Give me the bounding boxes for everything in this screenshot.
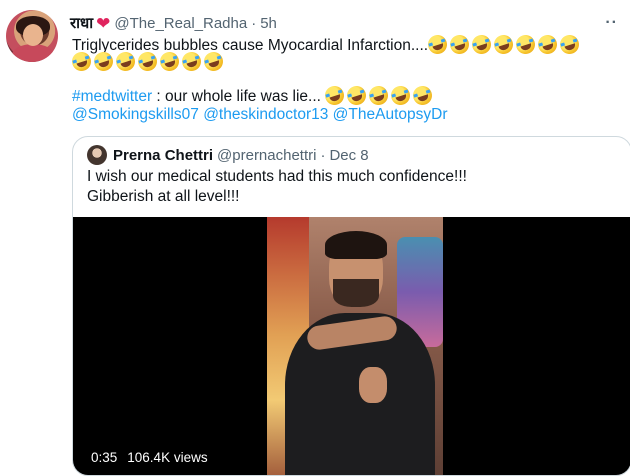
separator-dot: · [320, 146, 326, 164]
person-hair-shape [325, 231, 387, 259]
rolling-on-floor-laughing-emoji-icon [469, 32, 494, 57]
hashtag-link[interactable]: #medtwitter [72, 88, 152, 105]
quoted-text-line: I wish our medical students had this muc… [87, 168, 467, 185]
rolling-on-floor-laughing-emoji-icon [113, 49, 138, 74]
rolling-on-floor-laughing-emoji-icon [425, 32, 450, 57]
emoji-row-3 [322, 83, 435, 108]
rolling-on-floor-laughing-emoji-icon [69, 49, 94, 74]
rolling-on-floor-laughing-emoji-icon [513, 32, 538, 57]
mention-link[interactable]: @theskindoctor13 [203, 106, 328, 123]
mention-link[interactable]: @TheAutopsyDr [333, 106, 448, 123]
video-meta: 0:35 106.4K views [91, 450, 208, 465]
video-duration: 0:35 [91, 450, 118, 465]
video-views: 106.4K views [127, 450, 208, 465]
rolling-on-floor-laughing-emoji-icon [410, 83, 435, 108]
rolling-on-floor-laughing-emoji-icon [557, 32, 582, 57]
more-dots-icon[interactable]: ·· [605, 14, 618, 32]
separator-dot: · [251, 14, 257, 32]
rolling-on-floor-laughing-emoji-icon [491, 32, 516, 57]
author-avatar[interactable] [6, 10, 58, 62]
rolling-on-floor-laughing-emoji-icon [135, 49, 160, 74]
quoted-tweet[interactable]: Prerna Chettri @prernachettri · Dec 8 I … [72, 136, 630, 476]
rolling-on-floor-laughing-emoji-icon [447, 32, 472, 57]
quoted-author-avatar[interactable] [87, 145, 107, 165]
tweet-text: : our whole life was lie... [152, 88, 321, 105]
mention-link[interactable]: @Smokingskills07 [72, 106, 199, 123]
tweet-text-line-2 [69, 49, 226, 74]
rolling-on-floor-laughing-emoji-icon [322, 83, 347, 108]
author-handle[interactable]: @The_Real_Radha [114, 15, 247, 32]
quoted-author-handle[interactable]: @prernachettri [217, 147, 316, 164]
rolling-on-floor-laughing-emoji-icon [179, 49, 204, 74]
quoted-author-name[interactable]: Prerna Chettri [113, 147, 213, 164]
quoted-tweet-header: Prerna Chettri @prernachettri · Dec 8 [87, 145, 369, 165]
person-beard-shape [333, 279, 379, 307]
tweet-header: राधा ❤ @The_Real_Radha · 5h [70, 12, 610, 34]
emoji-row-2 [69, 49, 226, 74]
quoted-tweet-text: I wish our medical students had this muc… [87, 167, 467, 207]
rolling-on-floor-laughing-emoji-icon [535, 32, 560, 57]
avatar-body-shape [12, 44, 54, 62]
video-frame [267, 217, 443, 475]
rolling-on-floor-laughing-emoji-icon [366, 83, 391, 108]
rolling-on-floor-laughing-emoji-icon [157, 49, 182, 74]
video-player[interactable]: 0:35 106.4K views [73, 217, 630, 475]
rolling-on-floor-laughing-emoji-icon [201, 49, 226, 74]
person-hand-shape [359, 367, 387, 403]
mentions-line: @Smokingskills07 @theskindoctor13 @TheAu… [72, 106, 447, 124]
rolling-on-floor-laughing-emoji-icon [388, 83, 413, 108]
tweet-text-line-3: #medtwitter : our whole life was lie... [72, 83, 435, 108]
author-name[interactable]: राधा [70, 13, 93, 33]
emoji-row-1 [425, 32, 582, 57]
quoted-tweet-date[interactable]: Dec 8 [329, 147, 368, 164]
rolling-on-floor-laughing-emoji-icon [91, 49, 116, 74]
rolling-on-floor-laughing-emoji-icon [344, 83, 369, 108]
avatar-face-shape [23, 24, 43, 46]
red-heart-icon: ❤ [96, 13, 111, 33]
quoted-text-line: Gibberish at all level!!! [87, 188, 240, 205]
tweet-time[interactable]: 5h [260, 15, 277, 32]
